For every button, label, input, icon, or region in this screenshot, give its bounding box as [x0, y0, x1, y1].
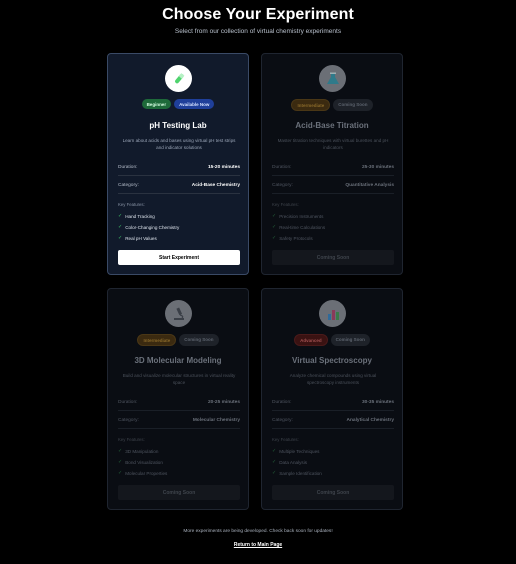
card-title: Virtual Spectroscopy [292, 356, 372, 365]
category-value: Acid-Base Chemistry [191, 183, 240, 188]
category-row: Category: Quantitative Analysis [272, 183, 394, 188]
level-badge: Advanced [294, 334, 328, 346]
divider [118, 175, 240, 176]
duration-label: Duration: [118, 165, 138, 170]
duration-label: Duration: [272, 165, 292, 170]
card-description: Master titration techniques with virtual… [277, 138, 389, 150]
experiment-card-ph-testing[interactable]: Beginner Available Now pH Testing Lab Le… [107, 53, 249, 275]
key-features-label: Key Features: [118, 202, 145, 207]
card-description: Analyze chemical compounds using virtual… [289, 373, 377, 385]
divider [118, 193, 240, 194]
card-title: Acid-Base Titration [295, 121, 369, 130]
category-label: Category: [272, 183, 293, 188]
duration-value: 30-35 minutes [362, 400, 394, 405]
status-badge: Coming Soon [330, 334, 370, 346]
flask-icon [319, 65, 346, 92]
feature-item: ✓ 3D Manipulation [118, 448, 159, 454]
divider [118, 428, 240, 429]
category-row: Category: Molecular Chemistry [118, 418, 240, 423]
feature-item: ✓ Hand Tracking [118, 213, 155, 219]
divider [272, 175, 394, 176]
divider [272, 428, 394, 429]
key-features-label: Key Features: [272, 202, 299, 207]
category-label: Category: [118, 418, 139, 423]
card-title: 3D Molecular Modeling [134, 356, 222, 365]
page-subtitle: Select from our collection of virtual ch… [174, 28, 342, 35]
duration-row: Duration: 20-25 minutes [118, 400, 240, 405]
experiment-card-molecular-modeling: Intermediate Coming Soon 3D Molecular Mo… [107, 288, 249, 510]
feature-item: ✓ Precision Instruments [272, 213, 324, 219]
coming-soon-button: Coming Soon [272, 485, 394, 500]
check-icon: ✓ [272, 459, 277, 465]
status-badge: Coming Soon [179, 334, 219, 346]
duration-label: Duration: [118, 400, 138, 405]
check-icon: ✓ [118, 213, 123, 219]
key-features-label: Key Features: [118, 437, 145, 442]
category-value: Molecular Chemistry [192, 418, 240, 423]
check-icon: ✓ [118, 224, 123, 230]
category-label: Category: [272, 418, 293, 423]
feature-item: ✓ Bond Visualization [118, 459, 163, 465]
check-icon: ✓ [118, 448, 123, 454]
duration-value: 25-30 minutes [362, 165, 394, 170]
feature-item: ✓ Sample Identification [272, 470, 322, 476]
category-row: Category: Analytical Chemistry [272, 418, 394, 423]
duration-value: 15-20 minutes [208, 165, 240, 170]
category-value: Quantitative Analysis [345, 183, 394, 188]
return-to-main-link[interactable]: Return to Main Page [234, 542, 282, 548]
footer-note: More experiments are being developed. Ch… [183, 529, 333, 534]
feature-item: ✓ Safety Protocols [272, 235, 313, 241]
category-value: Analytical Chemistry [346, 418, 394, 423]
page-title: Choose Your Experiment [162, 6, 354, 23]
coming-soon-button: Coming Soon [118, 485, 240, 500]
check-icon: ✓ [118, 470, 123, 476]
card-title: pH Testing Lab [149, 121, 207, 130]
feature-item: ✓ Real-time Calculations [272, 224, 326, 230]
start-experiment-button[interactable]: Start Experiment [118, 250, 240, 265]
divider [118, 410, 240, 411]
category-row: Category: Acid-Base Chemistry [118, 183, 240, 188]
duration-row: Duration: 25-30 minutes [272, 165, 394, 170]
feature-item: ✓ Multiple Techniques [272, 448, 320, 454]
level-badge: Intermediate [291, 99, 331, 111]
card-description: Learn about acids and bases using virtua… [122, 138, 236, 150]
bar-chart-icon [319, 300, 346, 327]
feature-item: ✓ Color-Changing Chemistry [118, 224, 180, 230]
card-description: Build and visualize molecular structures… [122, 373, 236, 385]
level-badge: Intermediate [137, 334, 177, 346]
divider [272, 410, 394, 411]
status-badge: Coming Soon [333, 99, 373, 111]
check-icon: ✓ [272, 213, 277, 219]
check-icon: ✓ [272, 235, 277, 241]
duration-label: Duration: [272, 400, 292, 405]
check-icon: ✓ [118, 459, 123, 465]
category-label: Category: [118, 183, 139, 188]
status-badge: Available Now [174, 99, 215, 109]
feature-item: ✓ Real pH Values [118, 235, 157, 241]
check-icon: ✓ [272, 448, 277, 454]
check-icon: ✓ [272, 470, 277, 476]
check-icon: ✓ [272, 224, 277, 230]
feature-item: ✓ Data Analysis [272, 459, 308, 465]
check-icon: ✓ [118, 235, 123, 241]
feature-item: ✓ Molecular Properties [118, 470, 168, 476]
experiment-card-titration: Intermediate Coming Soon Acid-Base Titra… [261, 53, 403, 275]
microscope-icon [165, 300, 192, 327]
duration-row: Duration: 15-20 minutes [118, 165, 240, 170]
coming-soon-button: Coming Soon [272, 250, 394, 265]
experiment-card-spectroscopy: Advanced Coming Soon Virtual Spectroscop… [261, 288, 403, 510]
return-link-wrapper: Return to Main Page [0, 542, 516, 548]
divider [272, 193, 394, 194]
key-features-label: Key Features: [272, 437, 299, 442]
level-badge: Beginner [141, 99, 172, 109]
duration-value: 20-25 minutes [208, 400, 240, 405]
test-tube-icon [165, 65, 192, 92]
duration-row: Duration: 30-35 minutes [272, 400, 394, 405]
